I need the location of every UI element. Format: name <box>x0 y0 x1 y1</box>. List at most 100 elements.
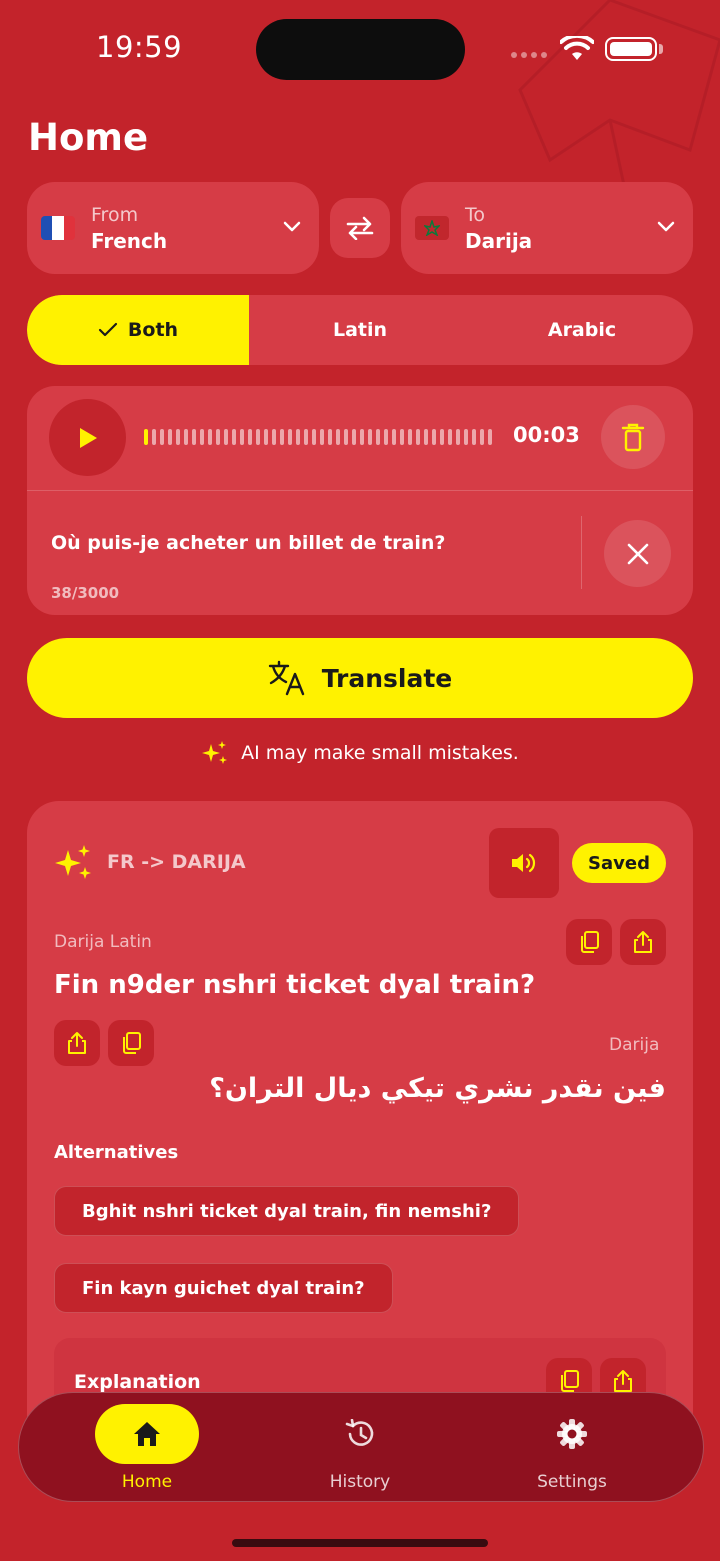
alternative-chip[interactable]: Bghit nshri ticket dyal train, fin nemsh… <box>54 1186 520 1236</box>
waveform-bar <box>440 429 444 445</box>
nav-home-pill <box>95 1404 199 1464</box>
waveform-bar <box>304 429 308 445</box>
wifi-icon <box>560 36 594 60</box>
nav-settings-label: Settings <box>537 1472 607 1492</box>
swap-languages-button[interactable] <box>330 198 390 258</box>
chevron-down-icon <box>283 221 301 232</box>
waveform-bar <box>184 429 188 445</box>
waveform-bar <box>328 429 332 445</box>
morocco-flag-icon <box>415 216 449 240</box>
waveform-bar <box>424 429 428 445</box>
waveform-bar <box>392 429 396 445</box>
copy-arabic-button[interactable] <box>108 1020 154 1066</box>
waveform-bar <box>448 429 452 445</box>
waveform-bar <box>432 429 436 445</box>
battery-icon <box>605 37 657 61</box>
segment-both[interactable]: Both <box>27 295 249 365</box>
source-text-input[interactable]: Où puis-je acheter un billet de train? <box>51 532 445 554</box>
arabic-translation-text: فين نقدر نشري تيكي ديال التران؟ <box>209 1073 666 1104</box>
share-arabic-button[interactable] <box>54 1020 100 1066</box>
waveform-bar <box>264 429 268 445</box>
home-icon <box>134 1422 160 1446</box>
waveform-bar <box>232 429 236 445</box>
segment-arabic-label: Arabic <box>547 319 617 341</box>
segment-latin[interactable]: Latin <box>249 295 471 365</box>
language-pair-label: FR -> DARIJA <box>107 851 246 873</box>
nav-settings[interactable]: Settings <box>487 1404 657 1496</box>
waveform-bar <box>144 429 148 445</box>
checkmark-icon <box>98 322 118 337</box>
nav-history[interactable]: History <box>275 1404 445 1496</box>
waveform-bar <box>320 429 324 445</box>
play-audio-button[interactable] <box>489 828 559 898</box>
waveform-bar <box>240 429 244 445</box>
chevron-down-icon <box>657 221 675 232</box>
signal-icon <box>511 52 547 58</box>
speaker-icon <box>512 853 536 873</box>
from-language-name: French <box>91 228 168 253</box>
nav-history-pill <box>308 1404 412 1464</box>
share-icon <box>68 1032 86 1054</box>
segment-arabic[interactable]: Arabic <box>471 295 693 365</box>
ai-disclaimer: AI may make small mistakes. <box>0 740 720 766</box>
waveform-bar <box>216 429 220 445</box>
status-time: 19:59 <box>96 30 183 64</box>
saved-badge[interactable]: Saved <box>572 843 666 883</box>
clear-input-button[interactable] <box>604 520 671 587</box>
translate-button-label: Translate <box>321 663 453 693</box>
play-icon <box>79 427 97 448</box>
waveform-bar <box>248 429 252 445</box>
nav-settings-pill <box>520 1404 624 1464</box>
waveform-bar <box>192 429 196 445</box>
waveform-bar <box>464 429 468 445</box>
share-icon <box>634 931 652 953</box>
waveform-bar <box>296 429 300 445</box>
from-language-select[interactable]: From French <box>27 182 319 274</box>
waveform-bar <box>368 429 372 445</box>
waveform-bar <box>224 429 228 445</box>
history-icon <box>345 1419 374 1446</box>
battery-tip <box>659 44 663 54</box>
delete-recording-button[interactable] <box>601 405 665 469</box>
waveform-bar <box>480 429 484 445</box>
waveform-bar <box>376 429 380 445</box>
recording-duration: 00:03 <box>513 423 580 447</box>
waveform-bar <box>288 429 292 445</box>
gear-icon <box>557 1419 587 1449</box>
waveform-bar <box>272 429 276 445</box>
waveform-bar <box>400 429 404 445</box>
waveform-bar <box>488 429 492 445</box>
waveform-bar <box>384 429 388 445</box>
copy-icon <box>123 1032 141 1054</box>
share-latin-button[interactable] <box>620 919 666 965</box>
arabic-section-label: Darija <box>609 1035 660 1055</box>
page-title: Home <box>28 116 149 159</box>
waveform-bar <box>312 429 316 445</box>
france-flag-icon <box>41 216 75 240</box>
copy-icon <box>561 1370 579 1392</box>
to-caption: To <box>465 203 486 226</box>
alternative-chip[interactable]: Fin kayn guichet dyal train? <box>54 1263 393 1313</box>
segment-both-label: Both <box>127 319 179 341</box>
waveform-bar <box>256 429 260 445</box>
from-caption: From <box>91 203 139 226</box>
translate-button[interactable]: Translate <box>27 638 693 718</box>
play-button[interactable] <box>49 399 126 476</box>
waveform-bar <box>352 429 356 445</box>
segment-latin-label: Latin <box>332 319 388 341</box>
nav-home[interactable]: Home <box>62 1404 232 1496</box>
waveform-bar <box>160 429 164 445</box>
explanation-title: Explanation <box>74 1371 201 1393</box>
audio-waveform[interactable] <box>144 428 494 446</box>
swap-icon <box>346 216 374 240</box>
dynamic-island <box>256 19 465 80</box>
waveform-bar <box>152 429 156 445</box>
latin-section-label: Darija Latin <box>54 932 152 952</box>
to-language-select[interactable]: To Darija <box>401 182 693 274</box>
copy-latin-button[interactable] <box>566 919 612 965</box>
nav-history-label: History <box>329 1472 391 1492</box>
translate-icon <box>268 660 304 696</box>
waveform-bar <box>168 429 172 445</box>
waveform-bar <box>280 429 284 445</box>
ai-disclaimer-text: AI may make small mistakes. <box>241 742 519 764</box>
